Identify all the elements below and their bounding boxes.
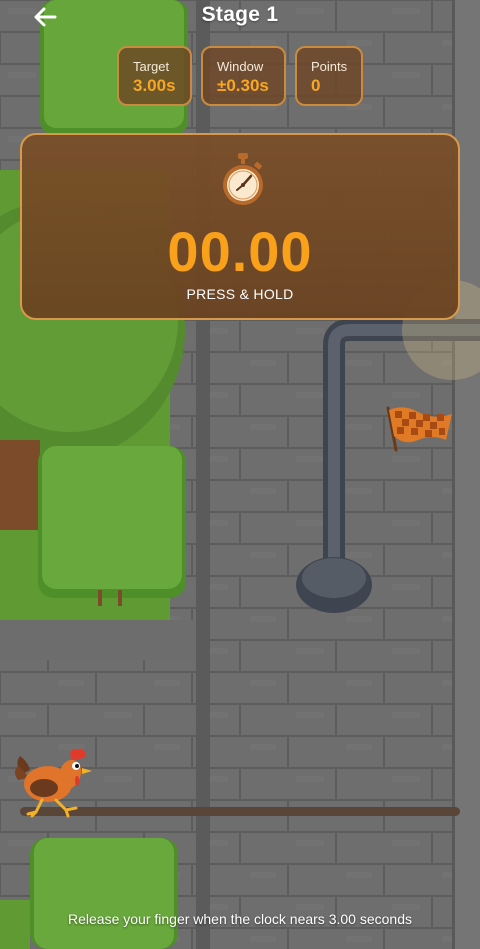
timer-panel[interactable]: 00.00 PRESS & HOLD — [20, 133, 460, 320]
stat-points-value: 0 — [311, 76, 321, 95]
stopwatch-icon — [223, 153, 263, 205]
timer-value: 00.00 — [167, 220, 313, 283]
stat-window-label: Window — [217, 59, 264, 74]
hold-touch-area[interactable] — [0, 330, 480, 890]
stat-target-label: Target — [133, 59, 170, 74]
press-hold-label: PRESS & HOLD — [186, 286, 294, 302]
game-hud: Stage 1 Target 3.00s Window ±0.30s Point… — [0, 0, 480, 949]
stat-window-value: ±0.30s — [217, 76, 269, 95]
stat-points-label: Points — [311, 59, 348, 74]
stage-title: Stage 1 — [201, 3, 279, 26]
stat-points: Points 0 — [295, 46, 363, 106]
stat-target-value: 3.00s — [133, 76, 176, 95]
stat-window: Window ±0.30s — [201, 46, 286, 106]
instruction-hint: Release your finger when the clock nears… — [68, 911, 412, 927]
stat-target: Target 3.00s — [117, 46, 192, 106]
